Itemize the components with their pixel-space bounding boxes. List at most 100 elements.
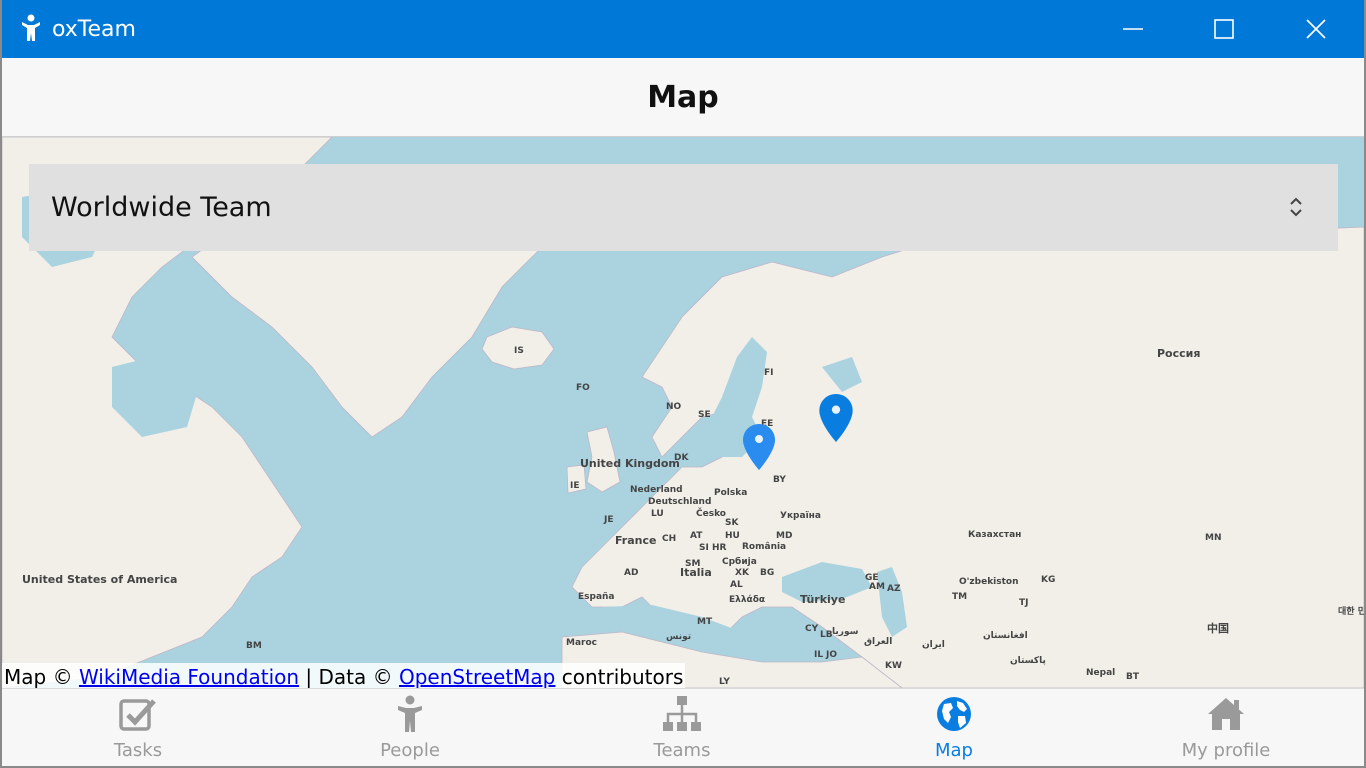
map-label-tn: تونس xyxy=(666,632,692,642)
map-label-ir: ایران xyxy=(922,640,945,650)
nav-teams-label: Teams xyxy=(653,740,711,761)
map-label-xk: XK xyxy=(735,568,749,578)
map-label-rs: Србија xyxy=(722,557,757,567)
map-label-bt: BT xyxy=(1126,672,1139,682)
close-icon xyxy=(1306,19,1326,39)
map-label-ma: Maroc xyxy=(566,638,597,648)
minimize-icon xyxy=(1123,28,1143,30)
nav-people-label: People xyxy=(380,740,440,761)
globe-icon xyxy=(937,697,971,731)
map-label-am: AM xyxy=(869,582,885,592)
map-label-lb: LB xyxy=(820,630,833,640)
team-select[interactable]: Worldwide Team xyxy=(29,164,1338,251)
map-label-il: IL xyxy=(814,650,824,660)
map-label-by: BY xyxy=(773,475,786,485)
map-label-fo: FO xyxy=(576,383,590,393)
map-label-it: Italia xyxy=(680,566,712,579)
map-label-ad: AD xyxy=(624,568,639,578)
app-person-icon xyxy=(22,14,40,41)
map-label-de: Deutschland xyxy=(648,497,712,507)
maximize-icon xyxy=(1214,19,1234,39)
map-label-al: AL xyxy=(730,580,743,590)
nav-teams[interactable]: Teams xyxy=(546,689,818,767)
window-titlebar[interactable]: oxTeam xyxy=(0,0,1366,58)
map-marker-1[interactable] xyxy=(742,423,776,471)
map-marker-2[interactable] xyxy=(818,393,854,443)
minimize-button[interactable] xyxy=(1087,0,1179,58)
attribution-middle: | Data © xyxy=(305,665,393,688)
map-view[interactable]: IS FO NO SE FI EE DK United Kingdom IE N… xyxy=(2,137,1364,688)
map-label-cn: 中国 xyxy=(1207,622,1229,635)
map-label-ru: Россия xyxy=(1157,347,1201,360)
nav-tasks[interactable]: Tasks xyxy=(2,689,274,767)
map-label-ly: LY xyxy=(719,677,730,687)
close-button[interactable] xyxy=(1270,0,1362,58)
org-chart-icon xyxy=(663,696,701,731)
nav-people[interactable]: People xyxy=(274,689,546,767)
map-label-pk: پاکستان xyxy=(1010,656,1046,666)
map-label-ro: România xyxy=(742,542,787,552)
map-attribution: Map © WikiMedia Foundation | Data © Open… xyxy=(2,663,686,688)
team-select-value: Worldwide Team xyxy=(51,192,272,223)
map-label-si: SI xyxy=(699,543,709,553)
page-title: Map xyxy=(647,79,719,115)
map-label-tj: TJ xyxy=(1019,598,1029,608)
map-label-us: United States of America xyxy=(22,574,177,585)
map-label-fr: France xyxy=(615,534,657,547)
map-label-nl: Nederland xyxy=(630,485,683,495)
map-label-pl: Polska xyxy=(714,488,748,498)
map-label-cy: CY xyxy=(805,624,819,634)
attribution-suffix: contributors xyxy=(561,665,684,688)
attribution-prefix: Map © xyxy=(4,665,73,688)
map-label-bm: BM xyxy=(246,641,262,651)
map-label-af: افغانستان xyxy=(983,631,1028,641)
map-label-sk: SK xyxy=(725,518,739,528)
map-label-md: MD xyxy=(776,531,793,541)
nav-map[interactable]: Map xyxy=(818,689,1090,767)
nav-my-profile[interactable]: My profile xyxy=(1090,689,1362,767)
map-label-ch: CH xyxy=(662,534,677,544)
map-label-uz: O'zbekiston xyxy=(959,577,1019,587)
map-label-tm: TM xyxy=(952,592,968,602)
map-label-hu: HU xyxy=(725,531,740,541)
page-header: Map xyxy=(2,58,1364,137)
person-icon xyxy=(398,695,422,732)
chevron-updown-icon xyxy=(1290,197,1302,217)
map-label-mn: MN xyxy=(1205,533,1222,543)
map-label-kg: KG xyxy=(1041,575,1056,585)
map-label-at: AT xyxy=(690,531,703,541)
wikimedia-link[interactable]: WikiMedia Foundation xyxy=(79,665,299,688)
map-label-es: España xyxy=(578,592,615,602)
nav-tasks-label: Tasks xyxy=(113,740,163,761)
home-icon xyxy=(1208,698,1244,730)
map-label-np: Nepal xyxy=(1086,668,1116,678)
map-label-lu: LU xyxy=(651,509,664,519)
map-label-gr: Ελλάδα xyxy=(729,595,766,605)
app-title: oxTeam xyxy=(52,17,136,42)
bottom-navigation: Tasks People Teams Map My profile xyxy=(2,688,1364,766)
tasks-checkbox-icon xyxy=(119,699,156,731)
map-label-mt: MT xyxy=(697,617,713,627)
map-label-ie: IE xyxy=(570,481,580,491)
map-label-bg: BG xyxy=(760,568,775,578)
map-label-jo: JO xyxy=(826,650,837,660)
map-label-kz: Казахстан xyxy=(968,530,1022,540)
map-label-no: NO xyxy=(666,402,682,412)
map-label-kw: KW xyxy=(885,661,902,671)
map-label-uk: United Kingdom xyxy=(580,457,680,470)
map-label-az: AZ xyxy=(887,584,901,594)
nav-my-profile-label: My profile xyxy=(1181,740,1271,761)
map-label-hr: HR xyxy=(712,543,727,553)
openstreetmap-link[interactable]: OpenStreetMap xyxy=(399,665,555,688)
map-label-tr: Türkiye xyxy=(800,593,846,606)
map-label-sy: سوريا xyxy=(832,627,859,637)
map-label-kr: 대한 민국 xyxy=(1338,607,1364,617)
map-label-cz: Česko xyxy=(696,509,726,519)
map-label-se: SE xyxy=(698,410,711,420)
map-label-je: JE xyxy=(604,515,614,525)
maximize-button[interactable] xyxy=(1178,0,1270,58)
nav-map-label: Map xyxy=(935,740,973,761)
map-label-iq: العراق xyxy=(864,637,893,647)
map-label-fi: FI xyxy=(764,368,774,378)
map-label-ua: Україна xyxy=(780,511,821,521)
